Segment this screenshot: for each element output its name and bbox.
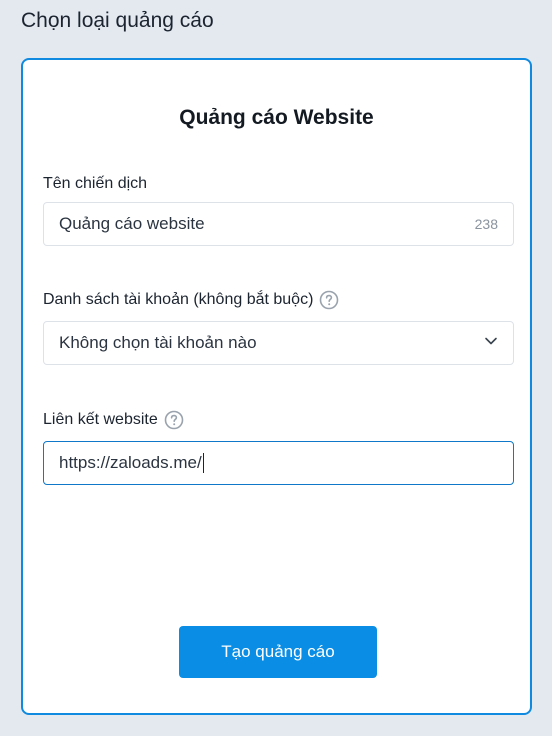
campaign-name-value: Quảng cáo website: [59, 214, 205, 233]
page-title: Chọn loại quảng cáo: [21, 9, 214, 32]
website-link-value-wrap: https://zaloads.me/: [59, 453, 498, 474]
website-link-input[interactable]: https://zaloads.me/: [43, 441, 514, 485]
ad-type-card: Quảng cáo Website Tên chiến dịch Quảng c…: [21, 58, 532, 715]
website-link-label: Liên kết website: [43, 410, 184, 430]
card-title: Quảng cáo Website: [179, 106, 374, 129]
account-list-label: Danh sách tài khoản (không bắt buộc): [43, 290, 339, 310]
website-link-label-text: Liên kết website: [43, 411, 158, 428]
campaign-name-label-text: Tên chiến dịch: [43, 175, 148, 192]
campaign-name-label: Tên chiến dịch: [43, 175, 147, 193]
account-select-value: Không chọn tài khoản nào: [59, 333, 257, 352]
account-select[interactable]: Không chọn tài khoản nào: [43, 321, 514, 365]
question-circle-icon[interactable]: [319, 290, 339, 310]
char-count: 238: [474, 216, 498, 232]
campaign-name-input[interactable]: Quảng cáo website 238: [43, 202, 514, 246]
question-circle-icon[interactable]: [164, 410, 184, 430]
chevron-down-icon: [484, 333, 498, 353]
website-link-value: https://zaloads.me/: [59, 452, 202, 472]
text-caret: [202, 453, 204, 474]
create-ad-button[interactable]: Tạo quảng cáo: [179, 626, 377, 678]
account-list-label-text: Danh sách tài khoản (không bắt buộc): [43, 291, 314, 308]
